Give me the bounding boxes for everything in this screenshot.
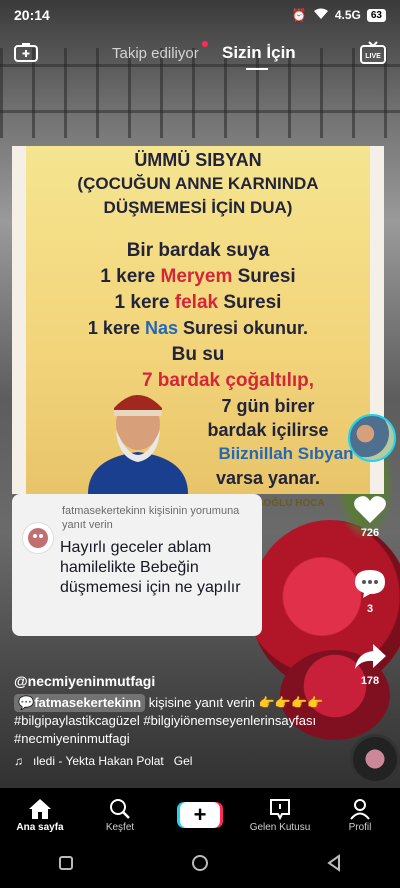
status-time: 20:14 — [14, 7, 50, 23]
reply-comment-card[interactable]: fatmasekertekinn kişisinin yorumuna yanı… — [12, 494, 262, 636]
notification-dot — [202, 41, 208, 47]
tab-following[interactable]: Takip ediliyor — [112, 45, 199, 62]
video-caption: @necmiyeninmutfagi 💬fatmasekertekinn kiş… — [14, 672, 334, 748]
wifi-icon — [313, 8, 329, 23]
home-icon — [29, 798, 51, 819]
battery-icon: 63 — [366, 8, 386, 22]
commenter-avatar — [22, 522, 54, 554]
status-bar: 20:14 ⏰ 4.5G 63 — [0, 0, 400, 30]
search-icon — [110, 798, 130, 819]
poster-title-line: (ÇOCUĞUN ANNE KARNINDA — [77, 174, 319, 193]
live-label: LIVE — [365, 53, 381, 60]
creator-avatar[interactable] — [348, 414, 396, 462]
music-disc[interactable] — [350, 734, 400, 784]
poster-content: ÜMMÜ SIBYAN (ÇOCUĞUN ANNE KARNINDA DÜŞME… — [26, 146, 370, 494]
nav-profile[interactable]: Profil — [325, 798, 395, 833]
music-track: ıledi - Yekta Hakan Polat — [33, 754, 164, 768]
like-count: 726 — [360, 527, 380, 539]
like-button[interactable]: 726 — [350, 494, 390, 539]
poster-text-line: 1 kere felak Suresi — [114, 292, 282, 313]
nav-discover-label: Keşfet — [105, 821, 135, 833]
network-label: 4.5G — [334, 8, 361, 22]
reply-header: fatmasekertekinn kişisinin yorumuna yanı… — [62, 505, 240, 531]
comment-button[interactable]: 3 — [350, 568, 390, 615]
inbox-icon — [270, 798, 290, 820]
cleric-photo — [88, 395, 188, 494]
creator-username[interactable]: @necmiyeninmutfagi — [14, 672, 334, 690]
poster-text-line: 1 kere Meryem Suresi — [100, 266, 296, 287]
reply-line: 💬fatmasekertekinn kişisine yanıt verin 👉… — [14, 694, 334, 712]
poster-text-line: Bir bardak suya — [126, 240, 270, 261]
status-icons: ⏰ 4.5G 63 — [292, 8, 386, 23]
alarm-icon: ⏰ — [291, 8, 307, 22]
top-navigation: Takip ediliyor Sizin İçin LIVE — [0, 38, 400, 70]
music-extra: Gel — [173, 754, 193, 768]
nav-inbox-label: Gelen Kutusu — [249, 821, 311, 833]
background-rail — [0, 110, 400, 113]
create-plus-icon: + — [180, 802, 220, 828]
poster-title-line: ÜMMÜ SIBYAN — [134, 150, 262, 170]
video-poster: ÜMMÜ SIBYAN (ÇOCUĞUN ANNE KARNINDA DÜŞME… — [12, 146, 384, 494]
system-navigation — [0, 842, 400, 888]
poster-text-line: Bu su — [171, 344, 225, 365]
hashtags[interactable]: #necmiyeninmutfagi — [14, 730, 334, 748]
poster-text-line: 1 kere Nas Suresi okunur. — [87, 318, 309, 338]
recent-apps-icon[interactable] — [58, 855, 74, 876]
home-circle-icon[interactable] — [191, 854, 209, 877]
share-arrow-icon — [355, 644, 386, 669]
mention-tag[interactable]: 💬fatmasekertekinn — [14, 694, 146, 712]
share-button[interactable]: 178 — [350, 642, 390, 687]
nav-home-label: Ana sayfa — [16, 821, 64, 833]
reply-line-text: kişisine yanıt verin 👉👉👉👉 — [145, 695, 324, 710]
hashtags[interactable]: #bilgipaylastikcagüzel #bilgiyiönemseyen… — [14, 712, 334, 730]
back-triangle-icon[interactable] — [326, 853, 342, 877]
profile-icon — [350, 798, 370, 820]
music-note-icon: ♫ — [14, 754, 23, 768]
heart-icon — [354, 496, 386, 523]
nav-discover[interactable]: Keşfet — [85, 798, 155, 833]
music-bar[interactable]: ♫ ıledi - Yekta Hakan Polat Gel — [14, 754, 344, 768]
bottom-navigation: Ana sayfa Keşfet + Gelen Kutusu Profil — [0, 788, 400, 842]
nav-home[interactable]: Ana sayfa — [5, 798, 75, 833]
reply-comment-text: Hayırlı geceler ablam hamilelikte Bebeği… — [60, 539, 241, 596]
live-button[interactable]: LIVE — [360, 41, 386, 65]
nav-profile-label: Profil — [348, 821, 372, 833]
comment-count: 3 — [366, 603, 374, 615]
share-count: 178 — [360, 675, 380, 687]
nav-inbox[interactable]: Gelen Kutusu — [245, 798, 315, 833]
nav-create[interactable]: + — [165, 802, 235, 828]
tab-for-you[interactable]: Sizin İçin — [222, 43, 296, 63]
poster-title-line: DÜŞMEMESİ İÇİN DUA) — [103, 198, 293, 217]
comment-bubble-icon — [355, 570, 385, 598]
active-tab-indicator — [246, 68, 268, 70]
camera-add-icon[interactable] — [14, 42, 38, 62]
